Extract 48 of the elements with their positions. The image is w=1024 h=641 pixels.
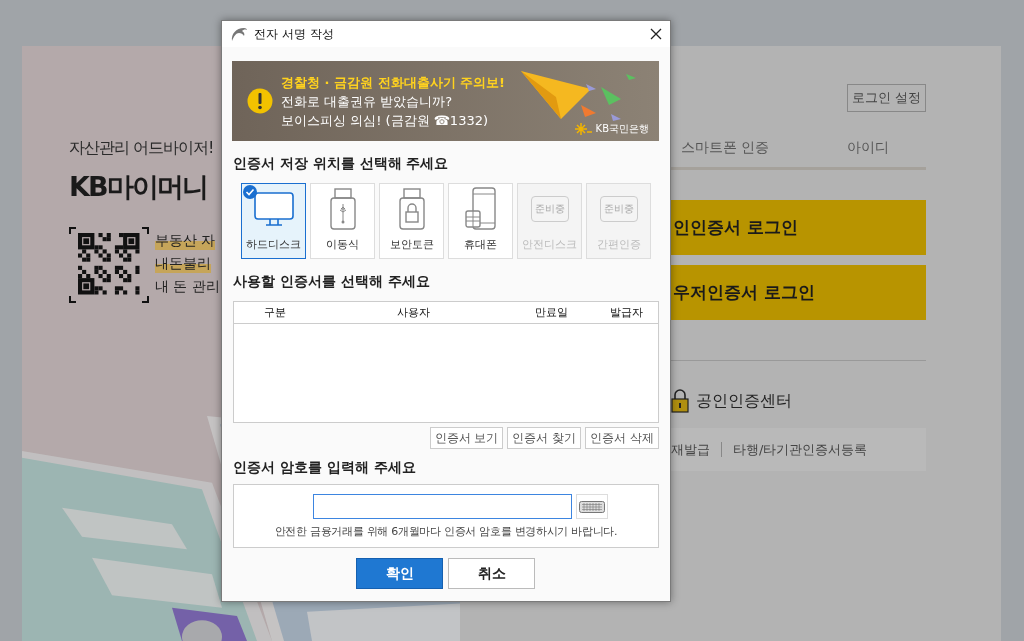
column-header: 구분 xyxy=(264,305,286,320)
monitor-icon xyxy=(253,192,294,226)
certificate-action-button[interactable]: 인증서 삭제 xyxy=(585,427,659,449)
dolphin-icon xyxy=(230,26,248,42)
certificate-login-button[interactable]: 우저인증서 로그인 xyxy=(671,265,926,320)
virtual-keyboard-button[interactable] xyxy=(575,494,608,519)
warning-icon xyxy=(247,88,273,114)
column-header: 발급자 xyxy=(610,305,643,320)
confirm-button[interactable]: 확인 xyxy=(356,558,443,589)
column-header: 사용자 xyxy=(397,305,430,320)
cert-link[interactable]: 타행/타기관인증서등록 xyxy=(733,440,868,459)
storage-option[interactable]: 이동식 xyxy=(310,183,375,259)
banner-text: 보이스피싱 의심! (금감원 ☎1332) xyxy=(281,111,490,130)
bank-brand: KB국민은행 xyxy=(595,122,649,136)
usb-drive-icon xyxy=(329,188,356,230)
padlock-token-icon xyxy=(398,188,425,230)
banner-headline: 경찰청 · 금감원 전화대출사기 주의보! xyxy=(281,73,505,92)
close-icon[interactable] xyxy=(650,28,662,40)
pending-label: 준비중 xyxy=(599,196,638,222)
promo-line: 내 돈 관리 xyxy=(155,277,220,296)
section-heading: 인증서 저장 위치를 선택해 주세요 xyxy=(233,155,450,173)
login-tab[interactable]: 스마트폰 인증 xyxy=(671,128,837,167)
banner-text: 전화로 대출권유 받았습니까? xyxy=(281,92,454,111)
certificate-login-button[interactable]: 인인증서 로그인 xyxy=(671,200,926,255)
certificate-action-button[interactable]: 인증서 보기 xyxy=(429,427,504,449)
dialog-title: 전자 서명 작성 xyxy=(254,25,335,43)
certificate-action-button[interactable]: 인증서 찾기 xyxy=(507,427,582,449)
phone-sim-icon xyxy=(464,187,497,231)
check-icon xyxy=(243,185,257,199)
login-tab[interactable]: 아이디 xyxy=(837,128,889,167)
password-notice: 안전한 금융거래를 위해 6개월마다 인증서 암호를 변경하시기 바랍니다. xyxy=(274,524,618,539)
section-heading: 인증서 암호를 입력해 주세요 xyxy=(233,459,417,477)
login-settings-button[interactable]: 로그인 설정 xyxy=(846,84,926,112)
section-heading: 사용할 인증서를 선택해 주세요 xyxy=(233,273,431,291)
lock-icon xyxy=(671,389,689,413)
promo-title: KB마이머니 xyxy=(69,170,207,204)
qr-code-icon xyxy=(69,227,149,303)
storage-option[interactable]: 휴대폰 xyxy=(448,183,513,259)
cancel-button[interactable]: 취소 xyxy=(448,558,535,589)
storage-option[interactable]: 보안토큰 xyxy=(379,183,444,259)
password-field[interactable] xyxy=(312,494,572,519)
star-icon xyxy=(574,123,593,135)
promo-subtitle: 자산관리 어드바이저! xyxy=(69,138,214,159)
storage-option[interactable]: 하드디스크 xyxy=(241,183,306,259)
cert-center-link[interactable]: 공인인증센터 xyxy=(696,390,792,412)
pending-label: 준비중 xyxy=(530,196,569,222)
cert-link[interactable]: 재발급 xyxy=(671,440,710,459)
column-header: 만료일 xyxy=(535,305,568,320)
